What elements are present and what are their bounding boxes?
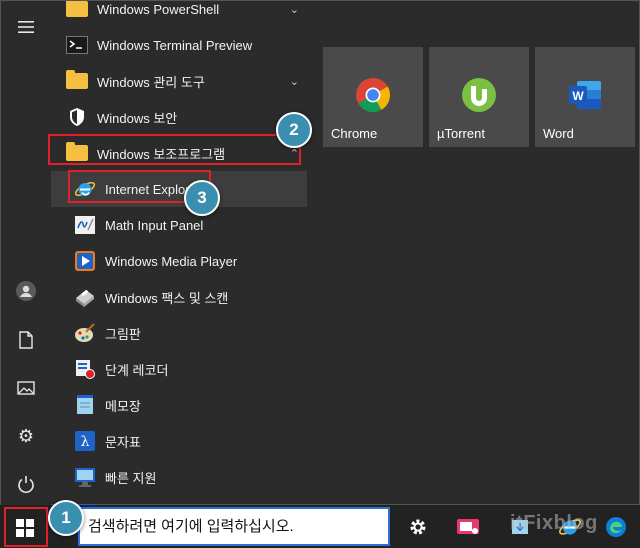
- character-map-icon: λ: [73, 429, 97, 453]
- step-badge-1: 1: [48, 500, 84, 536]
- folder-icon: [65, 1, 89, 21]
- chevron-down-icon: ⌄: [289, 75, 299, 88]
- app-item-windows-fax-scan[interactable]: Windows 팩스 및 스캔: [51, 279, 309, 315]
- app-label: Windows 보안: [97, 110, 178, 126]
- fax-scan-icon: [73, 285, 97, 309]
- taskbar-search-box[interactable]: 검색하려면 여기에 입력하십시오.: [78, 507, 390, 546]
- app-item-character-map[interactable]: λ 문자표: [51, 423, 309, 459]
- app-label: Windows Media Player: [105, 253, 238, 269]
- app-item-quick-assist[interactable]: 빠른 지원: [51, 459, 309, 495]
- quick-assist-icon: [73, 465, 97, 489]
- step-badge-2: 2: [276, 112, 312, 148]
- notepad-icon: [73, 393, 97, 417]
- app-label: Windows 관리 도구: [97, 74, 205, 90]
- settings-gear-icon[interactable]: [404, 513, 432, 541]
- app-label: 그림판: [105, 326, 141, 342]
- hamburger-menu-icon[interactable]: [1, 9, 51, 45]
- chrome-icon: [356, 78, 390, 112]
- app-item-windows-media-player[interactable]: Windows Media Player: [51, 243, 309, 279]
- pictures-icon[interactable]: [1, 370, 51, 406]
- app-label: Windows Terminal Preview: [97, 37, 253, 53]
- app-item-windows-powershell[interactable]: Windows PowerShell ⌄: [51, 1, 309, 27]
- tile-label: Word: [543, 126, 574, 141]
- annotation-box-start: [4, 507, 48, 547]
- app-item-steps-recorder[interactable]: 단계 레코더: [51, 351, 309, 387]
- search-placeholder: 검색하려면 여기에 입력하십시오.: [88, 518, 294, 535]
- start-menu: ⚙ Windows PowerShell ⌄ Windows Terminal …: [0, 0, 640, 506]
- media-player-icon: [73, 249, 97, 273]
- tile-label: Chrome: [331, 126, 378, 141]
- user-avatar-icon[interactable]: [1, 273, 51, 309]
- power-icon[interactable]: [1, 466, 51, 502]
- tile-word[interactable]: W Word: [535, 47, 635, 147]
- svg-text:W: W: [572, 89, 584, 103]
- app-label: 메모장: [105, 398, 141, 414]
- app-list: Windows PowerShell ⌄ Windows Terminal Pr…: [51, 1, 309, 506]
- settings-gear-icon[interactable]: ⚙: [1, 418, 51, 454]
- step-badge-3: 3: [184, 180, 220, 216]
- annotation-box-accessories: [48, 134, 301, 165]
- utorrent-icon: [462, 78, 496, 112]
- app-label: 단계 레코더: [105, 362, 169, 378]
- tile-utorrent[interactable]: µTorrent: [429, 47, 529, 147]
- app-label: Windows PowerShell: [97, 1, 220, 17]
- math-input-icon: [73, 213, 97, 237]
- screen-recorder-icon[interactable]: [454, 513, 482, 541]
- app-item-windows-admin-tools[interactable]: Windows 관리 도구 ⌄: [51, 63, 309, 99]
- app-label: Windows 팩스 및 스캔: [105, 290, 229, 306]
- app-item-paint[interactable]: 그림판: [51, 315, 309, 351]
- watermark: itFixblog: [510, 512, 598, 534]
- svg-text:λ: λ: [81, 434, 90, 450]
- tile-label: µTorrent: [437, 126, 485, 141]
- edge-icon[interactable]: [602, 513, 630, 541]
- app-item-windows-security[interactable]: Windows 보안: [51, 99, 309, 135]
- folder-icon: [65, 69, 89, 93]
- start-left-rail: ⚙: [1, 1, 51, 506]
- steps-recorder-icon: [73, 357, 97, 381]
- shield-icon: [65, 105, 89, 129]
- app-label: 빠른 지원: [105, 470, 157, 486]
- word-icon: W: [569, 81, 601, 109]
- app-item-math-input-panel[interactable]: Math Input Panel: [51, 207, 309, 243]
- app-item-notepad[interactable]: 메모장: [51, 387, 309, 423]
- app-item-windows-terminal-preview[interactable]: Windows Terminal Preview: [51, 27, 309, 63]
- app-label: 문자표: [105, 434, 141, 450]
- documents-icon[interactable]: [1, 322, 51, 358]
- chevron-down-icon: ⌄: [289, 3, 299, 16]
- paint-icon: [73, 321, 97, 345]
- app-label: Math Input Panel: [105, 217, 204, 233]
- tile-chrome[interactable]: Chrome: [323, 47, 423, 147]
- terminal-icon: [65, 33, 89, 57]
